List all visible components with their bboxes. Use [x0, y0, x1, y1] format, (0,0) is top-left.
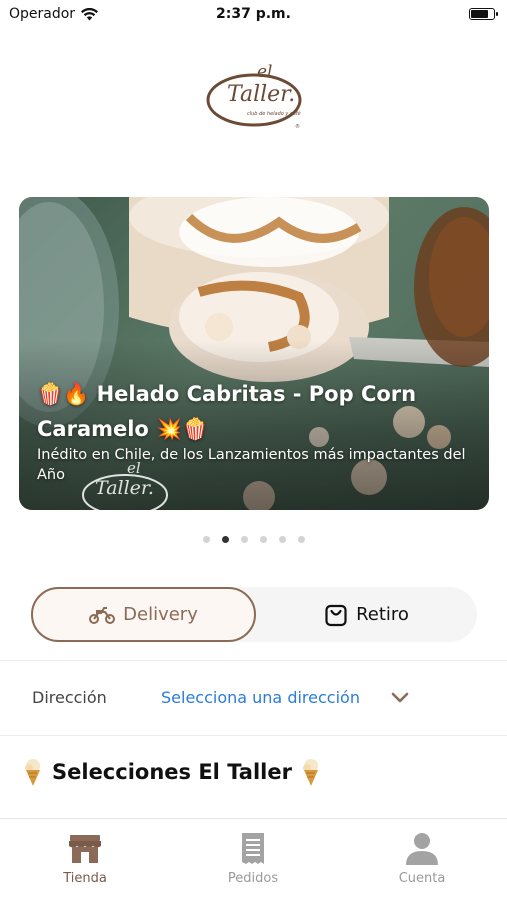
receipt-icon: [242, 833, 264, 864]
logo-el: el: [257, 62, 273, 82]
pickup-label: Retiro: [356, 604, 409, 625]
ice-cream-cone-icon: [25, 759, 40, 786]
user-icon: [406, 833, 438, 865]
ice-cream-cone-icon: [302, 759, 318, 786]
tab-label: Tienda: [63, 871, 107, 886]
tab-account[interactable]: Cuenta: [362, 831, 482, 886]
tab-store[interactable]: Tienda: [25, 831, 145, 886]
bottom-tab-bar: Tienda Pedidos Cuenta: [0, 818, 507, 900]
banner-title: 🍿🔥 Helado Cabritas - Pop Corn Caramelo 💥…: [37, 382, 417, 441]
logo-registered-mark: ®: [295, 124, 300, 130]
tab-label: Pedidos: [227, 871, 279, 886]
battery-level: [471, 10, 488, 18]
logo-name: Taller.: [227, 82, 296, 107]
tab-label: Cuenta: [398, 871, 446, 886]
carousel-pagination[interactable]: [0, 536, 507, 543]
logo-tagline: club de helado y café: [247, 111, 301, 117]
clock: 2:37 p.m.: [216, 6, 291, 22]
pickup-option[interactable]: Retiro: [256, 587, 477, 642]
shopping-bag-icon: [325, 604, 347, 626]
status-bar: Operador 2:37 p.m.: [0, 0, 507, 28]
carousel-dot[interactable]: [221, 536, 229, 543]
brand-logo: el Taller. club de helado y café ®: [205, 62, 305, 134]
carousel-dot[interactable]: [240, 536, 248, 543]
battery-icon: [469, 8, 498, 20]
order-mode-toggle: Delivery Retiro: [31, 587, 477, 642]
carousel-dot[interactable]: [297, 536, 305, 543]
section-header: Selecciones El Taller: [22, 756, 322, 788]
delivery-label: Delivery: [123, 604, 198, 625]
store-icon: [69, 835, 101, 863]
banner-subtitle: Inédito en Chile, de los Lanzamientos má…: [37, 447, 466, 483]
carousel-dot[interactable]: [278, 536, 286, 543]
delivery-option[interactable]: Delivery: [31, 587, 256, 642]
carousel-dot[interactable]: [202, 536, 210, 543]
select-address-link[interactable]: Selecciona una dirección: [161, 688, 360, 707]
motorcycle-icon: [89, 606, 116, 624]
promo-banner[interactable]: el Taller. 🍿🔥 Helado Cabritas - Pop Corn…: [19, 197, 489, 510]
address-label: Dirección: [32, 688, 107, 707]
chevron-down-icon[interactable]: [390, 689, 410, 707]
divider: [0, 660, 507, 661]
carousel-dot[interactable]: [259, 536, 267, 543]
tab-orders[interactable]: Pedidos: [193, 831, 313, 886]
section-title: Selecciones El Taller: [52, 760, 292, 784]
divider: [0, 735, 507, 736]
